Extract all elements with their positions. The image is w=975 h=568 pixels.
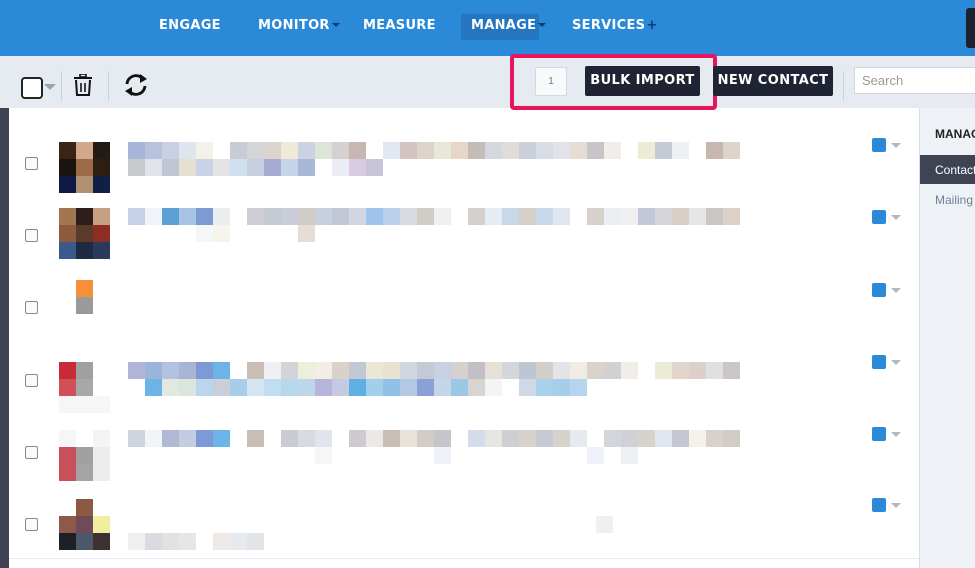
- contact-detail-text: [128, 447, 638, 464]
- chevron-down-icon[interactable]: [44, 84, 56, 90]
- nav-services[interactable]: SERVICES+: [572, 18, 658, 33]
- twitter-icon[interactable]: [872, 498, 886, 512]
- contact-detail-text: [596, 516, 613, 533]
- twitter-icon[interactable]: [872, 283, 886, 297]
- top-navigation: ENGAGE MONITOR MEASURE MANAGE SERVICES+: [0, 0, 975, 56]
- chevron-down-icon[interactable]: [891, 503, 901, 508]
- right-panel-title: MANAG: [935, 127, 975, 141]
- right-panel-item-mailing[interactable]: Mailing: [935, 193, 973, 207]
- trash-icon[interactable]: [73, 74, 93, 96]
- highlight-annotation: [510, 54, 717, 110]
- contact-row[interactable]: [9, 270, 919, 343]
- search-placeholder: Search: [862, 73, 904, 88]
- contact-detail-text: [128, 379, 587, 396]
- toolbar-divider: [843, 71, 844, 101]
- twitter-icon[interactable]: [872, 210, 886, 224]
- contact-row[interactable]: [9, 486, 919, 559]
- twitter-icon[interactable]: [872, 355, 886, 369]
- avatar: [59, 208, 110, 259]
- nav-manage[interactable]: MANAGE: [471, 18, 547, 33]
- nav-services-label: SERVICES: [572, 18, 646, 33]
- nav-manage-label: MANAGE: [471, 18, 537, 33]
- row-checkbox[interactable]: [25, 157, 38, 170]
- select-all-checkbox[interactable]: [21, 77, 43, 99]
- new-contact-button[interactable]: NEW CONTACT: [713, 66, 833, 96]
- refresh-icon[interactable]: [123, 73, 149, 97]
- avatar: [59, 280, 110, 331]
- row-checkbox[interactable]: [25, 374, 38, 387]
- chevron-down-icon: [538, 23, 547, 27]
- chevron-down-icon[interactable]: [891, 432, 901, 437]
- nav-monitor-label: MONITOR: [258, 18, 330, 33]
- contact-name-text: [128, 362, 740, 379]
- contact-name-text: [128, 533, 264, 550]
- contact-detail-text: [128, 225, 315, 242]
- row-checkbox[interactable]: [25, 229, 38, 242]
- nav-measure-label: MEASURE: [363, 18, 436, 33]
- avatar: [59, 499, 110, 550]
- twitter-icon[interactable]: [872, 138, 886, 152]
- avatar: [59, 430, 110, 481]
- chevron-down-icon: [331, 23, 340, 27]
- toolbar-divider: [108, 71, 109, 101]
- contact-name-text: [128, 142, 740, 159]
- nav-engage[interactable]: ENGAGE: [159, 18, 221, 33]
- nav-measure[interactable]: MEASURE: [363, 18, 436, 33]
- contact-name-text: [128, 430, 740, 447]
- nav-account-block[interactable]: [966, 8, 975, 48]
- nav-engage-label: ENGAGE: [159, 18, 221, 33]
- contact-row[interactable]: [9, 126, 919, 199]
- chevron-down-icon[interactable]: [891, 215, 901, 220]
- row-checkbox[interactable]: [25, 518, 38, 531]
- row-checkbox[interactable]: [25, 301, 38, 314]
- toolbar-divider: [61, 71, 62, 101]
- chevron-down-icon[interactable]: [891, 288, 901, 293]
- contact-detail-text: [128, 159, 383, 176]
- new-contact-label: NEW CONTACT: [717, 73, 829, 88]
- contact-row[interactable]: [9, 198, 919, 271]
- left-sidebar-edge: [0, 108, 9, 568]
- right-panel-item-label: Contact: [935, 163, 975, 177]
- right-panel-item-contacts[interactable]: Contact: [920, 155, 975, 184]
- contact-row[interactable]: [9, 342, 919, 415]
- nav-monitor[interactable]: MONITOR: [258, 18, 340, 33]
- search-input[interactable]: Search: [854, 67, 975, 94]
- plus-icon: +: [646, 18, 658, 33]
- contact-name-text: [128, 208, 740, 225]
- chevron-down-icon[interactable]: [891, 360, 901, 365]
- avatar: [59, 142, 110, 193]
- contact-row[interactable]: [9, 414, 919, 487]
- chevron-down-icon[interactable]: [891, 143, 901, 148]
- twitter-icon[interactable]: [872, 427, 886, 441]
- avatar: [59, 362, 110, 413]
- row-checkbox[interactable]: [25, 446, 38, 459]
